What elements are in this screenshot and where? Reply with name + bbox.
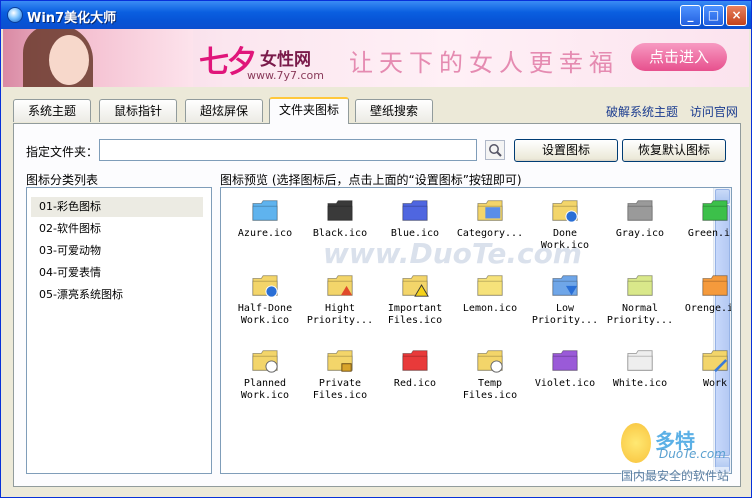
folder-icon [677, 271, 731, 299]
tab-mouse-pointer[interactable]: 鼠标指针 [99, 99, 177, 122]
icon-preview-title: 图标预览 (选择图标后，点击上面的“设置图标”按钮即可) [220, 173, 522, 187]
site-watermark: www.DuoTe.com [323, 237, 582, 270]
folder-icon [302, 271, 378, 299]
icon-cell[interactable]: Temp Files.ico [452, 346, 528, 402]
folder-icon [452, 346, 528, 374]
banner-enter-button[interactable]: 点击进入 [631, 43, 727, 71]
icon-cell[interactable]: Half-Done Work.ico [227, 271, 303, 327]
brand-watermark-en: DuoTe.com [659, 447, 726, 461]
set-icon-button[interactable]: 设置图标 [514, 139, 618, 162]
category-list[interactable]: 01-彩色图标 02-软件图标 03-可爱动物 04-可爱表情 05-漂亮系统图… [26, 187, 212, 474]
icon-file-name: Hight Priority... [306, 303, 374, 326]
folder-icon [602, 196, 678, 224]
icon-cell[interactable]: Normal Priority... [602, 271, 678, 327]
close-button[interactable]: × [726, 5, 747, 26]
icon-cell[interactable]: Violet.ico [527, 346, 603, 390]
category-item-software[interactable]: 02-软件图标 [31, 219, 203, 239]
category-item-system[interactable]: 05-漂亮系统图标 [31, 285, 203, 305]
ad-banner[interactable]: 七夕 女性网 www.7y7.com 让天下的女人更幸福 点击进入 [3, 29, 749, 87]
category-list-title: 图标分类列表 [26, 173, 99, 187]
icon-cell[interactable]: Azure.ico [227, 196, 303, 240]
folder-icon [377, 346, 453, 374]
folder-icon [452, 271, 528, 299]
icon-file-name: Temp Files.ico [462, 378, 518, 401]
folder-path-input[interactable] [99, 139, 477, 161]
folder-icon [227, 346, 303, 374]
icon-cell[interactable]: Blue.ico [377, 196, 453, 240]
maximize-button[interactable]: □ [703, 5, 724, 26]
icon-file-name: Violet.ico [534, 378, 596, 389]
folder-icon [227, 271, 303, 299]
folder-label: 指定文件夹： [26, 145, 99, 159]
icon-cell[interactable]: Category... [452, 196, 528, 240]
folder-icon [602, 271, 678, 299]
app-icon [7, 7, 23, 23]
folder-icon [527, 346, 603, 374]
tab-screensaver[interactable]: 超炫屏保 [185, 99, 263, 122]
browse-search-icon[interactable] [485, 140, 505, 160]
icon-cell[interactable]: Hight Priority... [302, 271, 378, 327]
icon-cell[interactable]: Private Files.ico [302, 346, 378, 402]
banner-logo-sub: 女性网 [260, 50, 311, 70]
category-item-animals[interactable]: 03-可爱动物 [31, 241, 203, 261]
banner-photo [3, 29, 193, 87]
icon-file-name: Half-Done Work.ico [237, 303, 293, 326]
folder-icon [377, 196, 453, 224]
folder-icon [602, 346, 678, 374]
folder-icon [227, 196, 303, 224]
icon-cell[interactable]: Low Priority... [527, 271, 603, 327]
official-site-link[interactable]: 访问官网 [690, 105, 738, 119]
icon-cell[interactable]: Green.ico [677, 196, 731, 240]
icon-file-name: Green.ico [687, 228, 731, 239]
icon-file-name: Orenge.ico [684, 303, 731, 314]
icon-file-name: Gray.ico [615, 228, 665, 239]
icon-file-name: Private Files.ico [312, 378, 368, 401]
crack-theme-link[interactable]: 破解系统主题 [606, 105, 678, 119]
icon-file-name: Work [702, 378, 728, 389]
top-links: 破解系统主题 访问官网 [606, 103, 746, 120]
brand-watermark: 多特 DuoTe.com 国内最安全的软件站 [617, 423, 747, 491]
tab-wallpaper-search[interactable]: 壁纸搜索 [355, 99, 433, 122]
brand-watermark-line: 国内最安全的软件站 [621, 467, 730, 484]
category-item-colorful[interactable]: 01-彩色图标 [31, 197, 203, 217]
icon-cell[interactable]: White.ico [602, 346, 678, 390]
folder-icon [527, 271, 603, 299]
icon-file-name: Lemon.ico [462, 303, 518, 314]
icon-cell[interactable]: Red.ico [377, 346, 453, 390]
folder-icon [302, 196, 378, 224]
icon-cell[interactable]: Important Files.ico [377, 271, 453, 327]
scroll-thumb[interactable] [715, 205, 730, 456]
banner-url: www.7y7.com [247, 69, 324, 82]
icon-cell[interactable]: Gray.ico [602, 196, 678, 240]
title-bar[interactable]: Win7美化大师 _ □ × [1, 1, 751, 29]
icon-file-name: Planned Work.ico [240, 378, 290, 401]
icon-file-name: White.ico [612, 378, 668, 389]
folder-icon [302, 346, 378, 374]
folder-icon [677, 196, 731, 224]
icon-file-name: Normal Priority... [606, 303, 674, 326]
icon-cell[interactable]: Planned Work.ico [227, 346, 303, 402]
restore-default-icon-button[interactable]: 恢复默认图标 [622, 139, 726, 162]
folder-icon [677, 346, 731, 374]
icon-cell[interactable]: Work [677, 346, 731, 390]
tab-system-theme[interactable]: 系统主题 [13, 99, 91, 122]
mascot-icon [621, 423, 651, 463]
icon-file-name: Important Files.ico [387, 303, 443, 326]
category-item-emoji[interactable]: 04-可爱表情 [31, 263, 203, 283]
folder-icon [527, 196, 603, 224]
icon-cell[interactable]: Lemon.ico [452, 271, 528, 315]
icon-cell[interactable]: Black.ico [302, 196, 378, 240]
folder-icon [377, 271, 453, 299]
icon-cell[interactable]: Orenge.ico [677, 271, 731, 315]
banner-slogan: 让天下的女人更幸福 [349, 49, 619, 77]
window-title: Win7美化大师 [27, 11, 117, 26]
tab-folder-icon[interactable]: 文件夹图标 [269, 97, 349, 124]
icon-file-name: Low Priority... [531, 303, 599, 326]
folder-icon [452, 196, 528, 224]
icon-file-name: Azure.ico [237, 228, 293, 239]
icon-file-name: Red.ico [393, 378, 437, 389]
main-window: Win7美化大师 _ □ × 七夕 女性网 www.7y7.com 让天下的女人… [0, 0, 752, 498]
minimize-button[interactable]: _ [680, 5, 701, 26]
